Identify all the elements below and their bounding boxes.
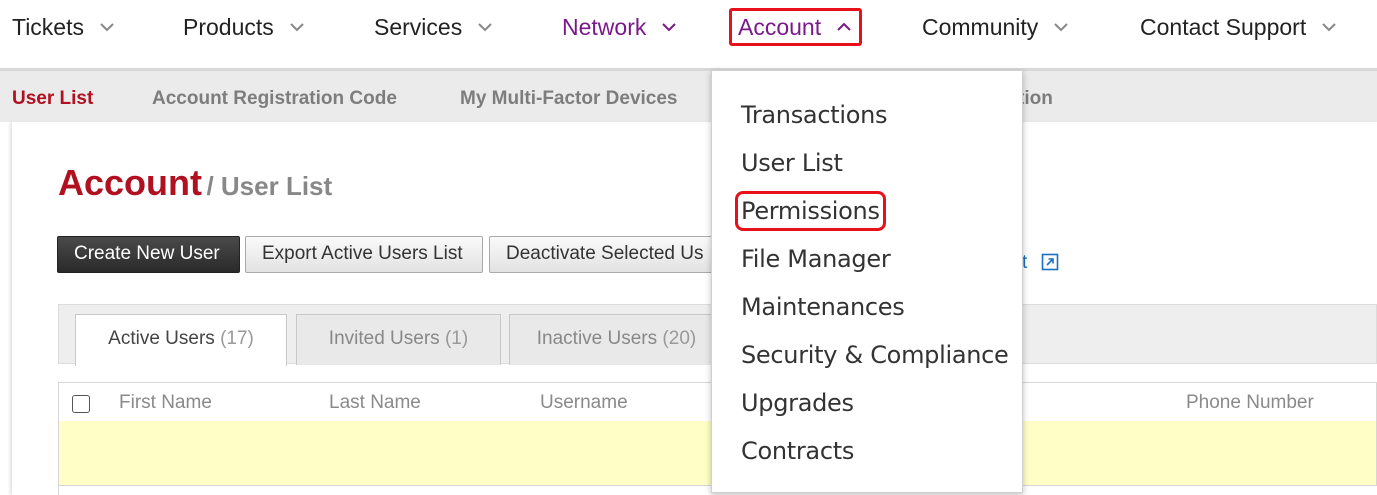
chevron-down-icon	[288, 18, 306, 36]
tab-invited-users[interactable]: Invited Users (1)	[296, 314, 501, 365]
menu-item-permissions[interactable]: Permissions	[735, 191, 886, 231]
nav-label: Account	[738, 13, 822, 40]
main-content: Account / User List Create New User Expo…	[12, 122, 1377, 495]
tab-count: (17)	[220, 328, 254, 349]
external-link-icon[interactable]	[1041, 253, 1059, 271]
deactivate-selected-users-button[interactable]: Deactivate Selected Us	[489, 236, 719, 273]
chevron-down-icon	[476, 18, 494, 36]
page-title-sub: / User List	[206, 171, 333, 201]
column-last-name[interactable]: Last Name	[329, 392, 421, 414]
nav-label: Products	[183, 13, 274, 40]
nav-contact-support[interactable]: Contact Support	[1140, 10, 1338, 44]
nav-network[interactable]: Network	[562, 10, 678, 44]
chevron-up-icon	[835, 18, 853, 36]
tab-label: Inactive Users	[536, 328, 658, 349]
account-dropdown-menu: Transactions User List Permissions File …	[711, 70, 1023, 493]
column-first-name[interactable]: First Name	[119, 392, 212, 414]
export-active-users-button[interactable]: Export Active Users List	[245, 236, 483, 273]
subnav-account-registration-code[interactable]: Account Registration Code	[152, 88, 397, 110]
tab-count: (20)	[662, 328, 697, 349]
chevron-down-icon	[660, 18, 678, 36]
page-title: Account / User List	[58, 162, 332, 204]
page-title-main: Account	[58, 162, 202, 203]
menu-item-maintenances[interactable]: Maintenances	[741, 293, 905, 321]
column-phone-number[interactable]: Phone Number	[1186, 392, 1314, 414]
nav-label: Contact Support	[1140, 13, 1307, 40]
nav-label: Community	[922, 13, 1039, 40]
menu-item-file-manager[interactable]: File Manager	[741, 245, 891, 273]
top-navigation: Tickets Products Services Network Accoun…	[0, 0, 1377, 68]
subnav-multi-factor-devices[interactable]: My Multi-Factor Devices	[460, 88, 678, 110]
chevron-down-icon	[98, 18, 116, 36]
menu-item-contracts[interactable]: Contracts	[741, 437, 854, 465]
nav-tickets[interactable]: Tickets	[12, 10, 116, 44]
nav-label: Services	[374, 13, 463, 40]
nav-products[interactable]: Products	[183, 10, 306, 44]
select-all-checkbox[interactable]	[72, 395, 90, 413]
sub-navigation: User List Account Registration Code My M…	[0, 68, 1377, 122]
create-new-user-button[interactable]: Create New User	[57, 236, 240, 273]
menu-item-transactions[interactable]: Transactions	[741, 101, 888, 129]
menu-item-user-list[interactable]: User List	[741, 149, 843, 177]
subnav-user-list[interactable]: User List	[12, 88, 93, 110]
tab-active-users[interactable]: Active Users (17)	[75, 314, 287, 366]
nav-label: Network	[562, 13, 647, 40]
tab-label: Active Users	[108, 328, 215, 349]
column-username[interactable]: Username	[540, 392, 628, 414]
nav-community[interactable]: Community	[922, 10, 1070, 44]
tab-inactive-users[interactable]: Inactive Users (20)	[509, 314, 724, 365]
tab-count: (1)	[444, 328, 469, 349]
subnav-partial-item[interactable]: tion	[1018, 88, 1053, 110]
tab-label: Invited Users	[328, 328, 440, 349]
chevron-down-icon	[1320, 18, 1338, 36]
menu-item-security-compliance[interactable]: Security & Compliance	[741, 341, 1009, 369]
nav-label: Tickets	[12, 13, 84, 40]
nav-account[interactable]: Account	[729, 8, 863, 46]
nav-services[interactable]: Services	[374, 10, 494, 44]
menu-item-upgrades[interactable]: Upgrades	[741, 389, 854, 417]
chevron-down-icon	[1052, 18, 1070, 36]
